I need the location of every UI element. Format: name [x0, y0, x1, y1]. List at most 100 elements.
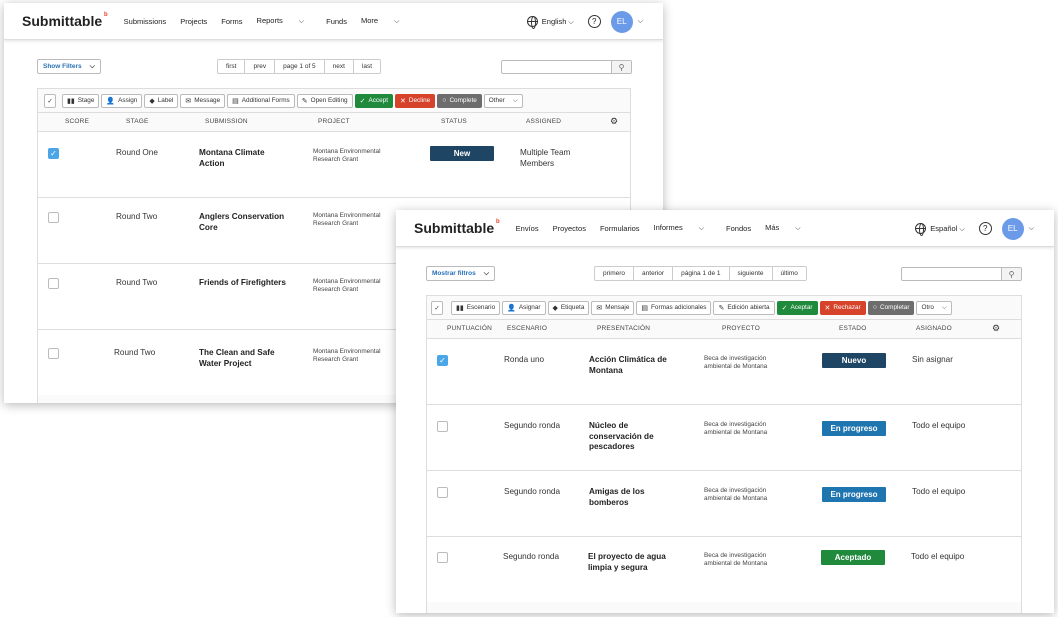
accept-button[interactable]: ✓ Accept	[354, 93, 393, 108]
table-row[interactable]: Segundo ronda Núcleo de conservación de …	[427, 404, 1021, 470]
complete-button[interactable]: ○ Completar	[867, 300, 915, 315]
main-nav: Envíos Proyectos Formularios Informes ⌵ F…	[516, 223, 829, 233]
col-project[interactable]: PROYECTO	[722, 325, 760, 332]
search-input[interactable]	[902, 268, 1001, 280]
col-submission[interactable]: SUBMISSION	[205, 118, 248, 125]
nav-submissions[interactable]: Envíos	[516, 224, 539, 233]
gear-icon[interactable]: ⚙	[992, 323, 1000, 334]
row-checkbox[interactable]	[48, 212, 59, 223]
language-selector[interactable]: English ⌵	[542, 17, 574, 27]
additional-forms-button[interactable]: ▤ Formas adicionales	[636, 300, 712, 315]
col-submission[interactable]: PRESENTACIÓN	[597, 325, 650, 332]
language-label: Español	[930, 223, 958, 233]
col-score[interactable]: PUNTUACIÓN	[447, 325, 492, 332]
row-checkbox[interactable]	[48, 348, 59, 359]
nav-forms[interactable]: Formularios	[600, 224, 640, 233]
row-checkbox[interactable]: ✓	[437, 355, 448, 366]
message-button[interactable]: ✉ Message	[180, 93, 226, 108]
additional-forms-button[interactable]: ▤ Additional Forms	[227, 93, 295, 108]
stage-button[interactable]: ▮▮ Stage	[62, 93, 100, 108]
help-icon[interactable]: ?	[587, 15, 601, 28]
open-editing-button[interactable]: ✎ Edición abierta	[713, 300, 775, 315]
label-button[interactable]: ◆ Etiqueta	[547, 300, 590, 315]
status-badge: New	[430, 146, 494, 161]
nav-forms[interactable]: Forms	[221, 17, 242, 26]
row-submission[interactable]: Anglers Conservation Core	[199, 212, 294, 233]
avatar[interactable]: EL	[610, 10, 633, 33]
search-icon[interactable]: ⚲	[1001, 268, 1021, 280]
row-checkbox[interactable]: ✓	[48, 148, 59, 159]
nav-funds[interactable]: Fondos	[726, 224, 751, 233]
open-editing-button[interactable]: ✎ Open Editing	[296, 93, 353, 108]
search-icon[interactable]: ⚲	[611, 61, 631, 73]
pager-first[interactable]: first	[218, 60, 246, 73]
nav-submissions[interactable]: Submissions	[124, 17, 167, 26]
nav-funds[interactable]: Funds	[326, 17, 347, 26]
select-all-checkbox[interactable]: ✓	[44, 93, 56, 108]
gear-icon[interactable]: ⚙	[610, 116, 618, 127]
table-row[interactable]: Segundo ronda Amigas de los bomberos Bec…	[427, 470, 1021, 536]
nav-reports[interactable]: Informes ⌵	[654, 223, 719, 233]
pager-next[interactable]: next	[325, 60, 354, 73]
table-row[interactable]: ✓ Ronda uno Acción Climática de Montana …	[427, 338, 1021, 404]
col-assigned[interactable]: ASSIGNED	[526, 118, 561, 125]
pager-first[interactable]: primero	[595, 267, 635, 280]
pager-next[interactable]: siguiente	[730, 267, 773, 280]
pager-last[interactable]: last	[354, 60, 380, 73]
row-submission[interactable]: Núcleo de conservación de pescadores	[589, 421, 671, 453]
avatar[interactable]: EL	[1001, 217, 1024, 240]
pager-prev[interactable]: prev	[245, 60, 276, 73]
col-score[interactable]: SCORE	[65, 118, 89, 125]
decline-button[interactable]: ✕ Decline	[395, 93, 436, 108]
help-icon[interactable]: ?	[978, 222, 992, 235]
row-checkbox[interactable]	[437, 552, 448, 563]
complete-label: Completar	[879, 304, 910, 311]
nav-more[interactable]: More ⌵	[361, 16, 413, 26]
message-button[interactable]: ✉ Mensaje	[591, 300, 635, 315]
col-stage[interactable]: ESCENARIO	[507, 325, 547, 332]
pager-prev[interactable]: anterior	[634, 267, 674, 280]
status-badge: En progreso	[822, 421, 886, 436]
row-submission[interactable]: Acción Climática de Montana	[589, 355, 679, 376]
col-status[interactable]: STATUS	[441, 118, 467, 125]
language-selector[interactable]: Español ⌵	[930, 224, 964, 234]
accept-button[interactable]: ✓ Aceptar	[776, 300, 818, 315]
table-row[interactable]: ✓ Round One Montana Climate Action Monta…	[38, 131, 630, 197]
nav-more[interactable]: Más ⌵	[765, 223, 814, 233]
table-row[interactable]: Segundo ronda El proyecto de agua limpia…	[427, 536, 1021, 602]
other-dropdown[interactable]: Otro ⌵	[916, 300, 952, 315]
chevron-down-icon: ⌵	[89, 62, 95, 70]
show-filters-button[interactable]: Show Filters ⌵	[37, 59, 101, 74]
row-checkbox[interactable]	[437, 421, 448, 432]
assign-button[interactable]: 👤 Assign	[101, 93, 143, 108]
pager-last[interactable]: último	[773, 267, 806, 280]
row-submission[interactable]: Friends of Firefighters	[199, 278, 299, 289]
logo[interactable]: Submittable ᵇ	[414, 217, 500, 236]
stage-button[interactable]: ▮▮ Escenario	[451, 300, 501, 315]
row-submission[interactable]: The Clean and Safe Water Project	[199, 348, 289, 369]
other-dropdown[interactable]: Other ⌵	[483, 93, 523, 108]
row-submission[interactable]: Amigas de los bomberos	[589, 487, 671, 508]
nav-reports[interactable]: Reports ⌵	[257, 16, 319, 26]
assign-button[interactable]: 👤 Asignar	[502, 300, 546, 315]
row-checkbox[interactable]	[48, 278, 59, 289]
chevron-down-icon[interactable]: ⌵	[1029, 225, 1034, 233]
check-icon: ✓	[781, 304, 788, 312]
label-button[interactable]: ◆ Label	[144, 93, 179, 108]
col-assigned[interactable]: ASIGNADO	[916, 325, 952, 332]
logo[interactable]: Submittable ᵇ	[22, 10, 108, 29]
col-project[interactable]: PROJECT	[318, 118, 350, 125]
col-status[interactable]: ESTADO	[839, 325, 866, 332]
search-input[interactable]	[502, 61, 611, 73]
row-submission[interactable]: Montana Climate Action	[199, 148, 281, 169]
chevron-down-icon[interactable]: ⌵	[638, 18, 643, 26]
select-all-checkbox[interactable]: ✓	[431, 300, 443, 315]
complete-button[interactable]: ○ Complete	[437, 93, 482, 108]
row-submission[interactable]: El proyecto de agua limpia y segura	[588, 552, 678, 573]
nav-projects[interactable]: Proyectos	[553, 224, 586, 233]
nav-projects[interactable]: Projects	[180, 17, 207, 26]
col-stage[interactable]: STAGE	[126, 118, 149, 125]
decline-button[interactable]: ✕ Rechazar	[819, 300, 866, 315]
row-checkbox[interactable]	[437, 487, 448, 498]
show-filters-button[interactable]: Mostrar filtros ⌵	[426, 266, 496, 281]
